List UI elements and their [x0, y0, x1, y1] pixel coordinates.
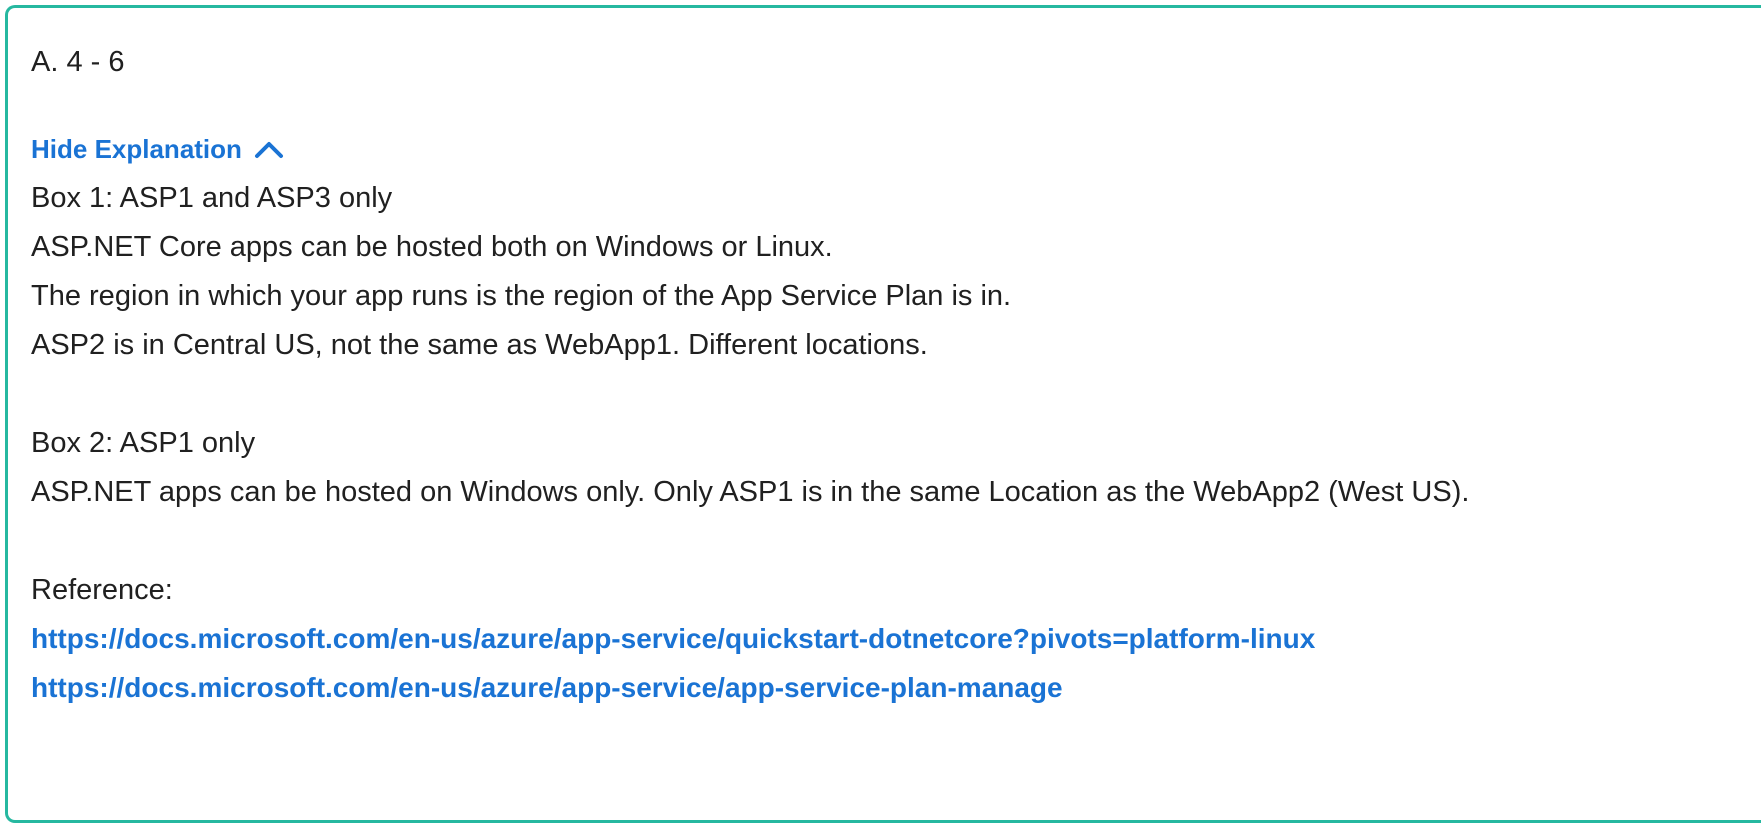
reference-label: Reference: — [31, 574, 173, 606]
box1-line: ASP2 is in Central US, not the same as W… — [31, 329, 928, 361]
answer-option: A. 4 - 6 — [31, 46, 125, 78]
reference-link[interactable]: https://docs.microsoft.com/en-us/azure/a… — [31, 622, 1315, 656]
box1-line: ASP.NET Core apps can be hosted both on … — [31, 231, 833, 263]
box2-heading: Box 2: ASP1 only — [31, 427, 256, 459]
chevron-up-icon — [254, 142, 283, 158]
reference-link[interactable]: https://docs.microsoft.com/en-us/azure/a… — [31, 671, 1063, 705]
box2-line: ASP.NET apps can be hosted on Windows on… — [31, 476, 1470, 508]
hide-explanation-label: Hide Explanation — [31, 133, 242, 164]
hide-explanation-toggle[interactable]: Hide Explanation — [31, 131, 286, 167]
explanation-card: A. 4 - 6 Hide Explanation Box 1: ASP1 an… — [5, 5, 1761, 823]
box1-line: The region in which your app runs is the… — [31, 280, 1012, 312]
box1-heading: Box 1: ASP1 and ASP3 only — [31, 182, 393, 214]
